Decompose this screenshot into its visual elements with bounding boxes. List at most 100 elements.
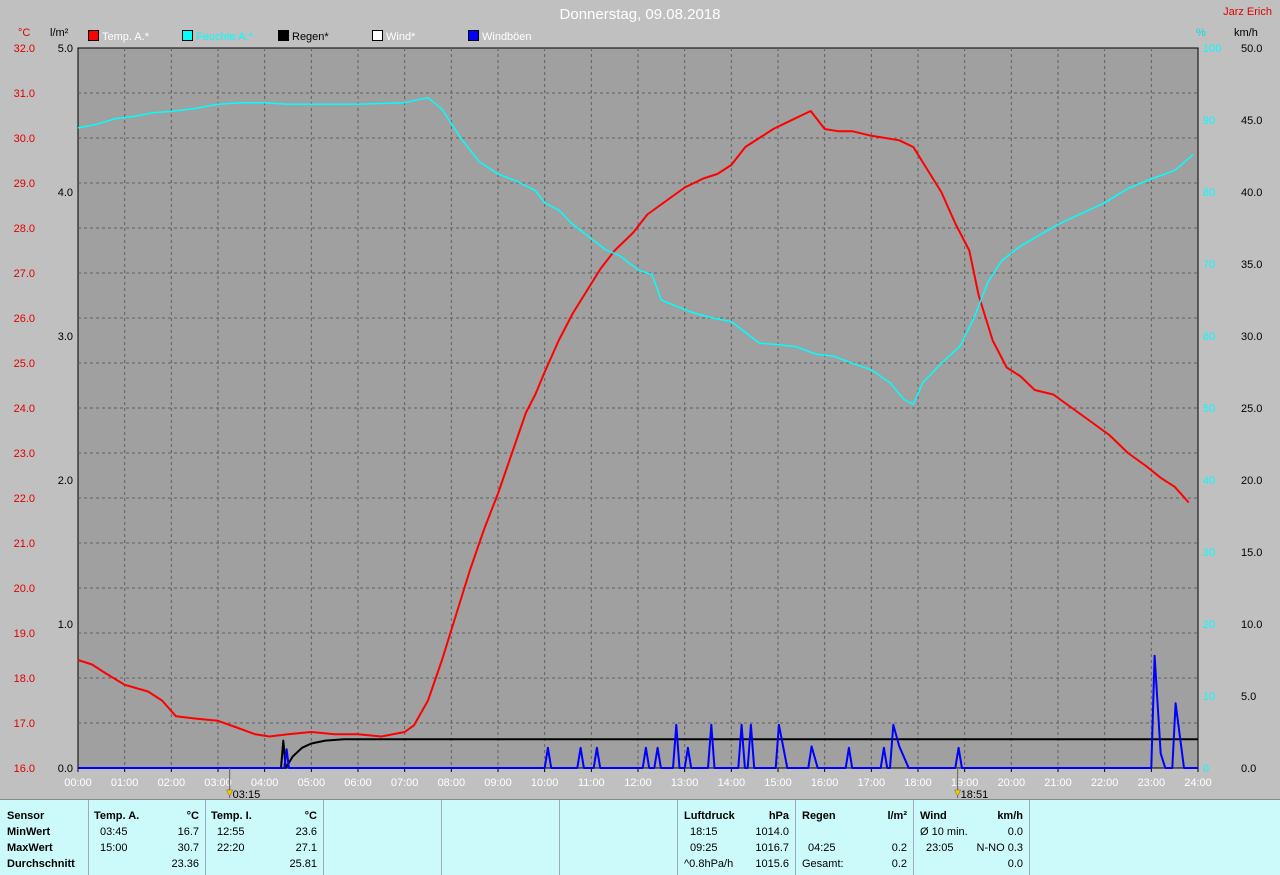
legend-item-wind[interactable]: Wind* bbox=[372, 30, 415, 43]
pressure-unit: hPa bbox=[768, 810, 789, 822]
temp-i-header: Temp. I. bbox=[211, 810, 252, 822]
temp-tick-label: 22.0 bbox=[14, 493, 35, 505]
x-tick-label: 03:00 bbox=[204, 777, 232, 789]
x-tick-label: 07:00 bbox=[391, 777, 419, 789]
humidity-tick-label: 70 bbox=[1203, 259, 1215, 271]
temp-tick-label: 27.0 bbox=[14, 268, 35, 280]
legend-swatch-wind bbox=[372, 30, 383, 41]
rain-tick-label: 1.0 bbox=[58, 619, 73, 631]
humidity-tick-label: 60 bbox=[1203, 331, 1215, 343]
stats-col-temp-a: Temp. A. °C 03:45 16.7 15:00 30.7 23.36 bbox=[89, 800, 206, 875]
humidity-axis-unit: % bbox=[1196, 27, 1206, 39]
temp-tick-label: 26.0 bbox=[14, 313, 35, 325]
rain-tick-label: 5.0 bbox=[58, 43, 73, 55]
x-tick-label: 11:00 bbox=[578, 777, 605, 789]
wind-max-value: N-NO 0.3 bbox=[976, 842, 1023, 854]
stats-col-luftdruck: Luftdruck hPa 18:15 1014.0 09:25 1016.7 … bbox=[678, 800, 796, 875]
temp-i-max-time: 22:20 bbox=[217, 842, 245, 854]
wind-tick-label: 25.0 bbox=[1241, 403, 1262, 415]
rain-max-value: 0.2 bbox=[891, 842, 907, 854]
author-label: Jarz Erich bbox=[1223, 6, 1272, 18]
wind-r3-value: 0.0 bbox=[1007, 858, 1023, 870]
temp-a-min-time: 03:45 bbox=[100, 826, 128, 838]
legend-item-rain[interactable]: Regen* bbox=[278, 30, 329, 43]
wind-tick-label: 50.0 bbox=[1241, 43, 1262, 55]
x-tick-label: 24:00 bbox=[1184, 777, 1212, 789]
x-tick-label: 15:00 bbox=[764, 777, 792, 789]
temp-a-min-value: 16.7 bbox=[177, 826, 199, 838]
rain-tick-label: 0.0 bbox=[58, 763, 73, 775]
x-tick-label: 23:00 bbox=[1138, 777, 1166, 789]
pressure-trend-value: 1015.6 bbox=[755, 858, 789, 870]
temp-i-avg: 25.81 bbox=[289, 858, 317, 870]
temp-tick-label: 19.0 bbox=[14, 628, 35, 640]
x-tick-label: 08:00 bbox=[438, 777, 466, 789]
humidity-tick-label: 50 bbox=[1203, 403, 1215, 415]
temp-tick-label: 29.0 bbox=[14, 178, 35, 190]
wind-avg-label: Ø 10 min. bbox=[920, 826, 968, 838]
x-tick-label: 14:00 bbox=[718, 777, 746, 789]
humidity-tick-label: 80 bbox=[1203, 187, 1215, 199]
wind-tick-label: 20.0 bbox=[1241, 475, 1262, 487]
temp-i-unit: °C bbox=[304, 810, 317, 822]
humidity-tick-label: 30 bbox=[1203, 547, 1215, 559]
stats-col-empty-1 bbox=[324, 800, 442, 875]
x-tick-label: 21:00 bbox=[1044, 777, 1072, 789]
temp-tick-label: 17.0 bbox=[14, 718, 35, 730]
weather-chart: 00:00 01:00 02:00 03:00 04:00 05:00 06:00 07:00… bbox=[14, 43, 1263, 800]
x-tick-label: 22:00 bbox=[1091, 777, 1119, 789]
temp-a-avg: 23.36 bbox=[171, 858, 199, 870]
temp-a-max-time: 15:00 bbox=[100, 842, 128, 854]
rain-header: Regen bbox=[802, 810, 836, 822]
wind-tick-label: 35.0 bbox=[1241, 259, 1262, 271]
legend-swatch-gusts bbox=[468, 30, 479, 41]
humidity-tick-label: 100 bbox=[1203, 43, 1221, 55]
legend-label-rain: Regen* bbox=[292, 31, 329, 43]
wind-max-time: 23:05 bbox=[926, 842, 954, 854]
wind-axis-unit: km/h bbox=[1234, 27, 1258, 39]
legend-swatch-rain bbox=[278, 30, 289, 41]
rain-tick-label: 4.0 bbox=[58, 187, 73, 199]
rain-total-value: 0.2 bbox=[891, 858, 907, 870]
legend-item-gusts[interactable]: Windböen bbox=[468, 30, 532, 43]
legend-item-temp[interactable]: Temp. A.* bbox=[88, 30, 149, 43]
humidity-tick-label: 40 bbox=[1203, 475, 1215, 487]
temp-tick-label: 25.0 bbox=[14, 358, 35, 370]
x-tick-label: 05:00 bbox=[298, 777, 326, 789]
legend-item-humidity[interactable]: Feuchte A.* bbox=[182, 30, 253, 43]
legend-label-wind: Wind* bbox=[386, 31, 416, 43]
temp-tick-label: 23.0 bbox=[14, 448, 35, 460]
humidity-tick-label: 10 bbox=[1203, 691, 1215, 703]
x-tick-label: 04:00 bbox=[251, 777, 279, 789]
pressure-trend-label: ^0.8hPa/h bbox=[684, 858, 734, 870]
temp-tick-label: 28.0 bbox=[14, 223, 35, 235]
x-tick-label: 01:00 bbox=[111, 777, 139, 789]
humidity-tick-label: 20 bbox=[1203, 619, 1215, 631]
pressure-min-value: 1014.0 bbox=[755, 826, 789, 838]
x-tick-label: 16:00 bbox=[811, 777, 839, 789]
x-tick-label: 19:00 bbox=[951, 777, 979, 789]
row-label-min: MinWert bbox=[7, 826, 51, 838]
temp-a-unit: °C bbox=[186, 810, 199, 822]
legend-swatch-humidity bbox=[182, 30, 193, 41]
legend-swatch-temp bbox=[88, 30, 99, 41]
x-tick-label: 20:00 bbox=[998, 777, 1026, 789]
pressure-header: Luftdruck bbox=[684, 810, 735, 822]
wind-header: Wind bbox=[920, 810, 947, 822]
temp-tick-label: 31.0 bbox=[14, 88, 35, 100]
x-tick-label: 17:00 bbox=[858, 777, 886, 789]
x-tick-label: 13:00 bbox=[671, 777, 699, 789]
stats-col-sensor: Sensor MinWert MaxWert Durchschnitt bbox=[0, 800, 89, 875]
wind-tick-label: 10.0 bbox=[1241, 619, 1262, 631]
stats-panel: Sensor MinWert MaxWert Durchschnitt Temp… bbox=[0, 799, 1280, 875]
rain-unit: l/m² bbox=[887, 810, 907, 822]
wind-tick-label: 0.0 bbox=[1241, 763, 1256, 775]
row-label-avg: Durchschnitt bbox=[7, 858, 75, 870]
temp-axis-unit: °C bbox=[18, 27, 31, 39]
temp-tick-label: 20.0 bbox=[14, 583, 35, 595]
stats-col-temp-i: Temp. I. °C 12:55 23.6 22:20 27.1 25.81 bbox=[206, 800, 324, 875]
rain-tick-label: 3.0 bbox=[58, 331, 73, 343]
wind-tick-label: 15.0 bbox=[1241, 547, 1262, 559]
wind-avg-value: 0.0 bbox=[1007, 826, 1023, 838]
x-tick-label: 02:00 bbox=[158, 777, 186, 789]
